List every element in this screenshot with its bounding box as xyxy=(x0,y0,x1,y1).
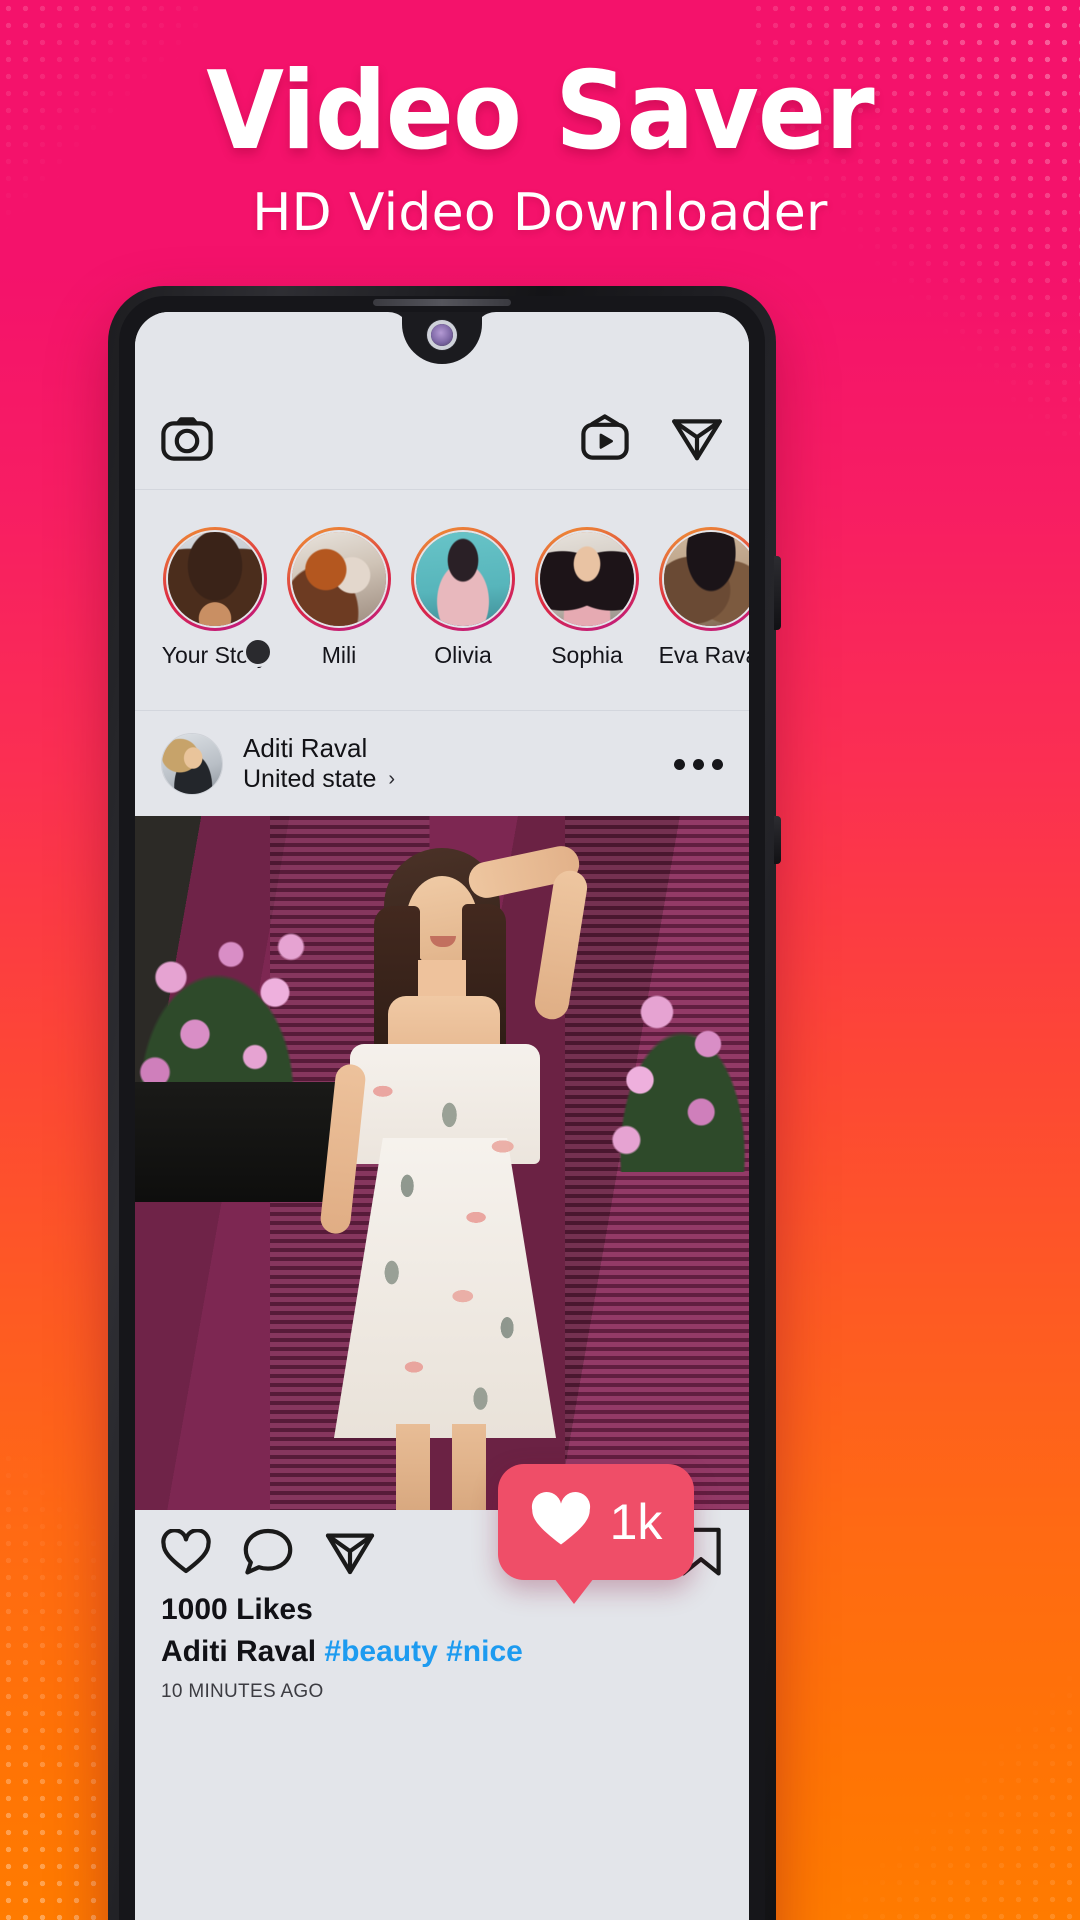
post-location-label: United state xyxy=(243,765,377,794)
promo-text-block: Video Saver HD Video Downloader xyxy=(0,58,1080,241)
phone-mockup: Your Story Mili Olivia Sophia Eva Rav Ad… xyxy=(108,286,781,1920)
post-timestamp: 10 MINUTES AGO xyxy=(161,1681,324,1703)
post-meta: Aditi Raval United state › xyxy=(243,733,660,794)
send-icon[interactable] xyxy=(671,413,723,461)
camera-icon[interactable] xyxy=(161,417,213,461)
story-item-mili[interactable]: Mili xyxy=(277,527,401,669)
story-badge xyxy=(243,637,273,667)
halftone-pattern-bottom-right xyxy=(840,1670,1080,1920)
story-item-olivia[interactable]: Olivia xyxy=(401,527,525,669)
send-icon[interactable] xyxy=(325,1528,375,1576)
story-label: Sophia xyxy=(551,642,623,668)
like-count-badge: 1k xyxy=(498,1464,694,1604)
story-ring xyxy=(535,527,639,631)
post-location[interactable]: United state › xyxy=(243,764,660,795)
story-label: Olivia xyxy=(434,642,492,668)
caption-line: Aditi Raval #beauty #nice xyxy=(161,1632,723,1672)
phone-notch xyxy=(366,312,518,366)
stories-tray[interactable]: Your Story Mili Olivia Sophia Eva Rav xyxy=(135,491,749,711)
phone-volume-button[interactable] xyxy=(774,556,781,630)
caption-hashtags[interactable]: #beauty #nice xyxy=(324,1635,522,1668)
story-ring xyxy=(411,527,515,631)
story-label: Eva Raval xyxy=(658,642,749,668)
story-label: Mili xyxy=(321,642,357,668)
more-options-icon[interactable] xyxy=(660,758,723,770)
phone-power-button[interactable] xyxy=(774,816,781,864)
heart-icon[interactable] xyxy=(161,1529,211,1575)
phone-screen: Your Story Mili Olivia Sophia Eva Rav Ad… xyxy=(135,312,749,1920)
post-header: Aditi Raval United state › xyxy=(135,712,749,816)
chevron-right-icon: › xyxy=(388,768,396,791)
page-title: Video Saver xyxy=(206,49,874,174)
comment-icon[interactable] xyxy=(243,1528,293,1576)
story-ring xyxy=(659,527,749,631)
story-ring xyxy=(163,527,267,631)
avatar[interactable] xyxy=(161,733,223,795)
like-badge-count: 1k xyxy=(609,1494,663,1550)
caption-username[interactable]: Aditi Raval xyxy=(161,1635,316,1668)
front-camera-icon xyxy=(431,324,453,346)
post-image[interactable] xyxy=(135,816,749,1510)
phone-earpiece-speaker xyxy=(373,299,511,306)
igtv-icon[interactable] xyxy=(581,414,629,460)
heart-filled-icon xyxy=(530,1491,592,1554)
likes-count: 1000 Likes xyxy=(161,1593,313,1626)
post-username[interactable]: Aditi Raval xyxy=(243,733,660,764)
post-caption-block: 1000 Likes Aditi Raval #beauty #nice 10 … xyxy=(135,1590,749,1704)
phone-bezel: Your Story Mili Olivia Sophia Eva Rav Ad… xyxy=(119,296,765,1920)
story-item-your-story[interactable]: Your Story xyxy=(153,527,277,669)
story-ring xyxy=(287,527,391,631)
story-item-eva-raval[interactable]: Eva Raval xyxy=(649,527,749,669)
story-item-sophia[interactable]: Sophia xyxy=(525,527,649,669)
page-subtitle: HD Video Downloader xyxy=(252,183,828,243)
